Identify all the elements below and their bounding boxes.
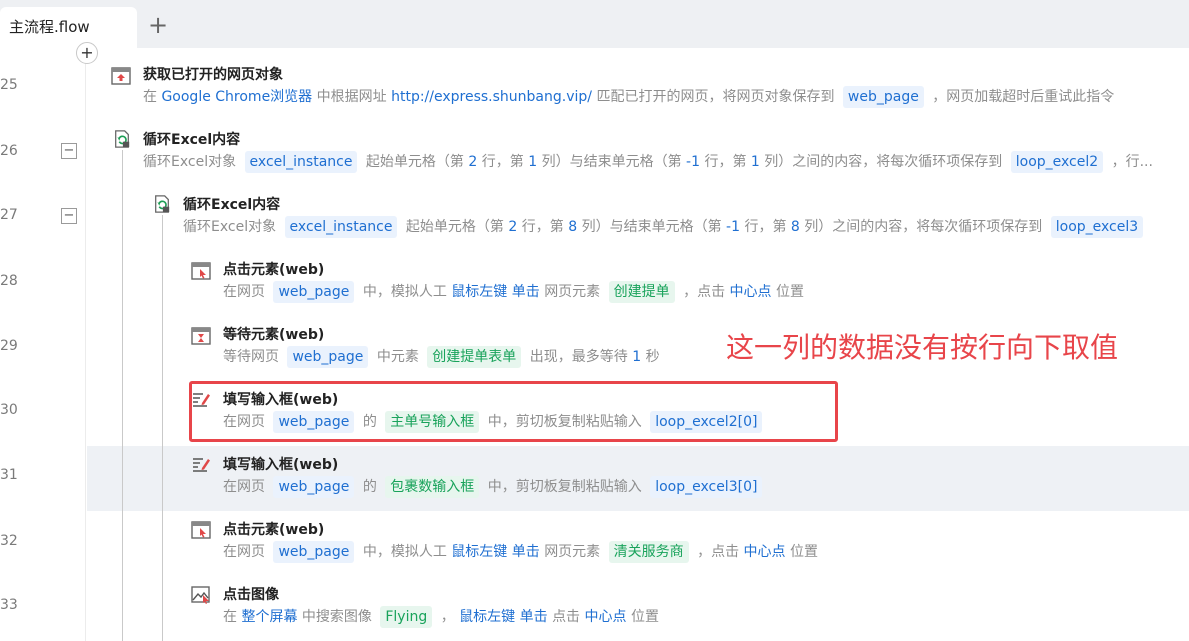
step-description: 循环Excel对象 excel_instance 起始单元格（第 2 行，第 8… [183,216,1147,238]
step-description: 在网页 web_page 中，模拟人工 鼠标左键 单击 网页元素 清关服务商 ，… [223,541,818,563]
variable-tag[interactable]: web_page [287,346,369,368]
tab-main-flow[interactable]: 主流程.flow [0,7,137,48]
highlight-box [189,381,838,442]
click-element-icon [191,521,211,539]
step-title: 点击元素(web) [223,262,325,278]
element-tag[interactable]: 包裹数输入框 [385,476,480,498]
line-number: 26 [0,143,18,159]
add-tab-button[interactable]: + [145,12,171,38]
step-title: 点击元素(web) [223,522,325,538]
step-title: 获取已打开的网页对象 [143,67,283,83]
variable-tag[interactable]: excel_instance [244,151,358,173]
step-title: 循环Excel内容 [183,197,281,213]
fold-toggle-26[interactable]: − [61,143,77,159]
step-description: 等待网页 web_page 中元素 创建提单表单 出现，最多等待 1 秒 [223,346,660,368]
add-step-button[interactable]: + [76,42,98,64]
variable-tag[interactable]: web_page [273,541,355,563]
element-tag[interactable]: 清关服务商 [608,541,689,563]
step-description: 循环Excel对象 excel_instance 起始单元格（第 2 行，第 1… [143,151,1153,173]
line-number: 31 [0,467,18,483]
fold-toggle-27[interactable]: − [61,208,77,224]
line-number: 32 [0,533,18,549]
line-number: 27 [0,207,18,223]
variable-tag[interactable]: loop_excel2 [1010,151,1104,173]
step-description: 在 Google Chrome浏览器 中根据网址 http://express.… [143,86,1114,108]
line-number: 28 [0,273,18,289]
annotation-text: 这一列的数据没有按行向下取值 [726,331,1119,364]
click-image-icon [191,586,210,604]
browser-window-icon [111,67,131,85]
step-description: 在网页 web_page 中，模拟人工 鼠标左键 单击 网页元素 创建提单 ，点… [223,281,804,303]
step-title: 循环Excel内容 [143,132,241,148]
variable-tag[interactable]: excel_instance [284,216,398,238]
line-number: 29 [0,338,18,354]
variable-tag[interactable]: loop_excel3[0] [650,476,763,498]
wait-element-icon [191,327,211,345]
element-tag[interactable]: 创建提单表单 [427,346,522,368]
loop-excel-icon [155,195,170,213]
tab-bar: 主流程.flow + [0,0,1189,48]
click-element-icon [191,262,211,280]
variable-tag[interactable]: loop_excel3 [1050,216,1144,238]
step-description: 在 整个屏幕 中搜索图像 Flying ， 鼠标左键 单击 点击 中心点 位置 [223,606,659,628]
url-param[interactable]: http://express.shunbang.vip/ [391,89,592,105]
step-title: 填写输入框(web) [223,457,339,473]
step-title: 点击图像 [223,587,279,603]
loop-nest-line [162,215,163,641]
line-number: 25 [0,77,18,93]
browser-param[interactable]: Google Chrome浏览器 [161,89,312,105]
loop-nest-line [122,150,123,641]
line-number: 30 [0,402,18,418]
element-tag[interactable]: Flying [380,606,433,628]
line-number: 33 [0,597,18,613]
fill-input-icon [193,458,210,472]
step-description: 在网页 web_page 的 包裹数输入框 中，剪切板复制粘贴输入 loop_e… [223,476,766,498]
variable-tag[interactable]: web_page [273,476,355,498]
variable-tag[interactable]: web_page [842,86,924,108]
variable-tag[interactable]: web_page [273,281,355,303]
step-title: 等待元素(web) [223,327,325,343]
loop-excel-icon [115,130,130,148]
element-tag[interactable]: 创建提单 [608,281,675,303]
